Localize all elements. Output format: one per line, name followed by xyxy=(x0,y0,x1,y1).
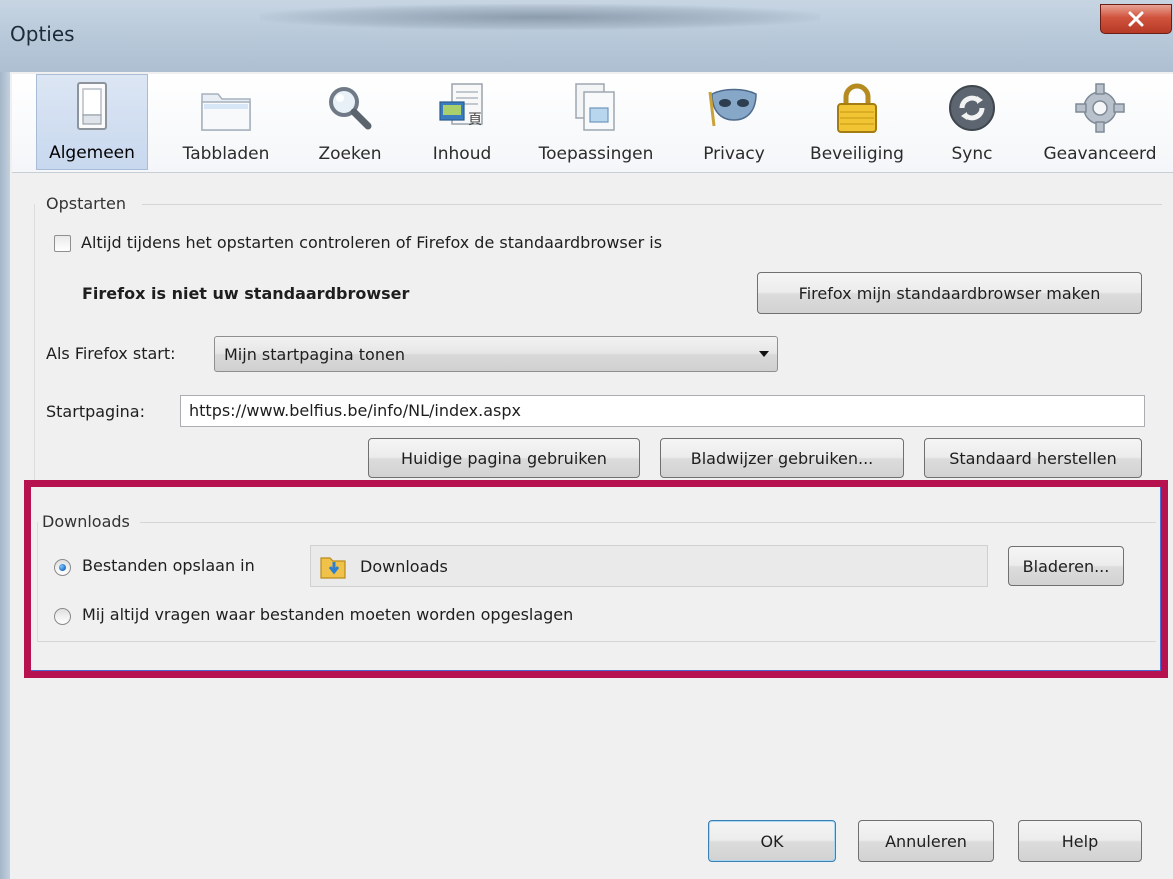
tab-zoeken[interactable]: Zoeken xyxy=(300,74,400,170)
tab-tabbladen[interactable]: Tabbladen xyxy=(167,74,285,170)
magnifier-icon xyxy=(329,87,372,130)
tab-toepassingen[interactable]: Toepassingen xyxy=(520,74,672,170)
downloads-group-label: Downloads xyxy=(42,512,130,531)
save-to-label[interactable]: Bestanden opslaan in xyxy=(82,556,255,575)
restore-default-button[interactable]: Standaard herstellen xyxy=(924,438,1142,478)
title-bar: Opties xyxy=(0,0,1173,72)
when-starts-value: Mijn startpagina tonen xyxy=(224,345,405,364)
help-button[interactable]: Help xyxy=(1018,820,1142,862)
make-default-button[interactable]: Firefox mijn standaardbrowser maken xyxy=(757,272,1142,314)
startup-group-left-border xyxy=(34,204,35,482)
check-default-label[interactable]: Altijd tijdens het opstarten controleren… xyxy=(81,233,662,252)
save-to-folder-radio[interactable] xyxy=(54,559,71,576)
tab-label: Tabbladen xyxy=(182,144,270,164)
download-folder-value: Downloads xyxy=(360,557,448,576)
cancel-button[interactable]: Annuleren xyxy=(858,820,994,862)
tab-beveiliging[interactable]: Beveiliging xyxy=(794,74,920,170)
tab-label: Privacy xyxy=(703,144,765,164)
tab-label: Sync xyxy=(951,144,993,164)
tabs-folder-icon xyxy=(201,93,251,131)
when-starts-label: Als Firefox start: xyxy=(46,344,176,363)
tab-geavanceerd[interactable]: Geavanceerd xyxy=(1030,74,1170,170)
tab-label: Toepassingen xyxy=(538,144,654,164)
tab-label: Zoeken xyxy=(318,144,382,164)
applications-icon xyxy=(575,83,615,131)
startup-group-divider xyxy=(142,204,1162,205)
tab-label: Beveiliging xyxy=(810,144,904,164)
mask-icon xyxy=(708,88,757,127)
download-folder-icon xyxy=(320,557,346,579)
chevron-down-icon xyxy=(759,351,769,357)
tab-label: Algemeen xyxy=(49,143,135,163)
tab-inhoud[interactable]: 頁 Inhoud xyxy=(412,74,512,170)
svg-text:頁: 頁 xyxy=(468,112,482,128)
tab-label: Geavanceerd xyxy=(1043,144,1157,164)
ok-button[interactable]: OK xyxy=(708,820,836,862)
downloads-group-bottom xyxy=(37,641,1156,642)
window-left-edge xyxy=(0,72,10,879)
browse-button[interactable]: Bladeren... xyxy=(1008,546,1124,586)
homepage-label: Startpagina: xyxy=(46,402,145,421)
switch-icon xyxy=(77,82,107,130)
tab-algemeen[interactable]: Algemeen xyxy=(36,74,148,170)
use-current-page-button[interactable]: Huidige pagina gebruiken xyxy=(368,438,640,478)
use-bookmark-button[interactable]: Bladwijzer gebruiken... xyxy=(660,438,904,478)
close-button[interactable] xyxy=(1100,4,1172,34)
title-glow xyxy=(260,4,820,30)
close-icon xyxy=(1128,11,1144,27)
downloads-group-left-border xyxy=(37,522,38,642)
download-folder-field: Downloads xyxy=(310,545,988,587)
gear-icon xyxy=(1075,83,1125,133)
tab-label: Inhoud xyxy=(432,144,492,164)
downloads-group-divider xyxy=(140,522,1156,523)
default-browser-status: Firefox is niet uw standaardbrowser xyxy=(82,284,410,303)
tab-sync[interactable]: Sync xyxy=(932,74,1012,170)
always-ask-label[interactable]: Mij altijd vragen waar bestanden moeten … xyxy=(82,605,573,624)
padlock-icon xyxy=(837,83,877,133)
category-toolbar: Algemeen Tabbladen Zoeken 頁 Inhoud Toepa… xyxy=(12,74,1173,173)
check-default-checkbox[interactable] xyxy=(54,235,71,252)
when-starts-select[interactable]: Mijn startpagina tonen xyxy=(214,336,778,372)
window-title: Opties xyxy=(10,22,75,46)
homepage-value: https://www.belfius.be/info/NL/index.asp… xyxy=(189,401,521,420)
homepage-input[interactable]: https://www.belfius.be/info/NL/index.asp… xyxy=(180,395,1145,427)
content-icon: 頁 xyxy=(439,83,483,128)
sync-icon xyxy=(949,85,995,131)
always-ask-radio[interactable] xyxy=(54,608,71,625)
startup-group-label: Opstarten xyxy=(46,194,126,213)
tab-privacy[interactable]: Privacy xyxy=(684,74,784,170)
